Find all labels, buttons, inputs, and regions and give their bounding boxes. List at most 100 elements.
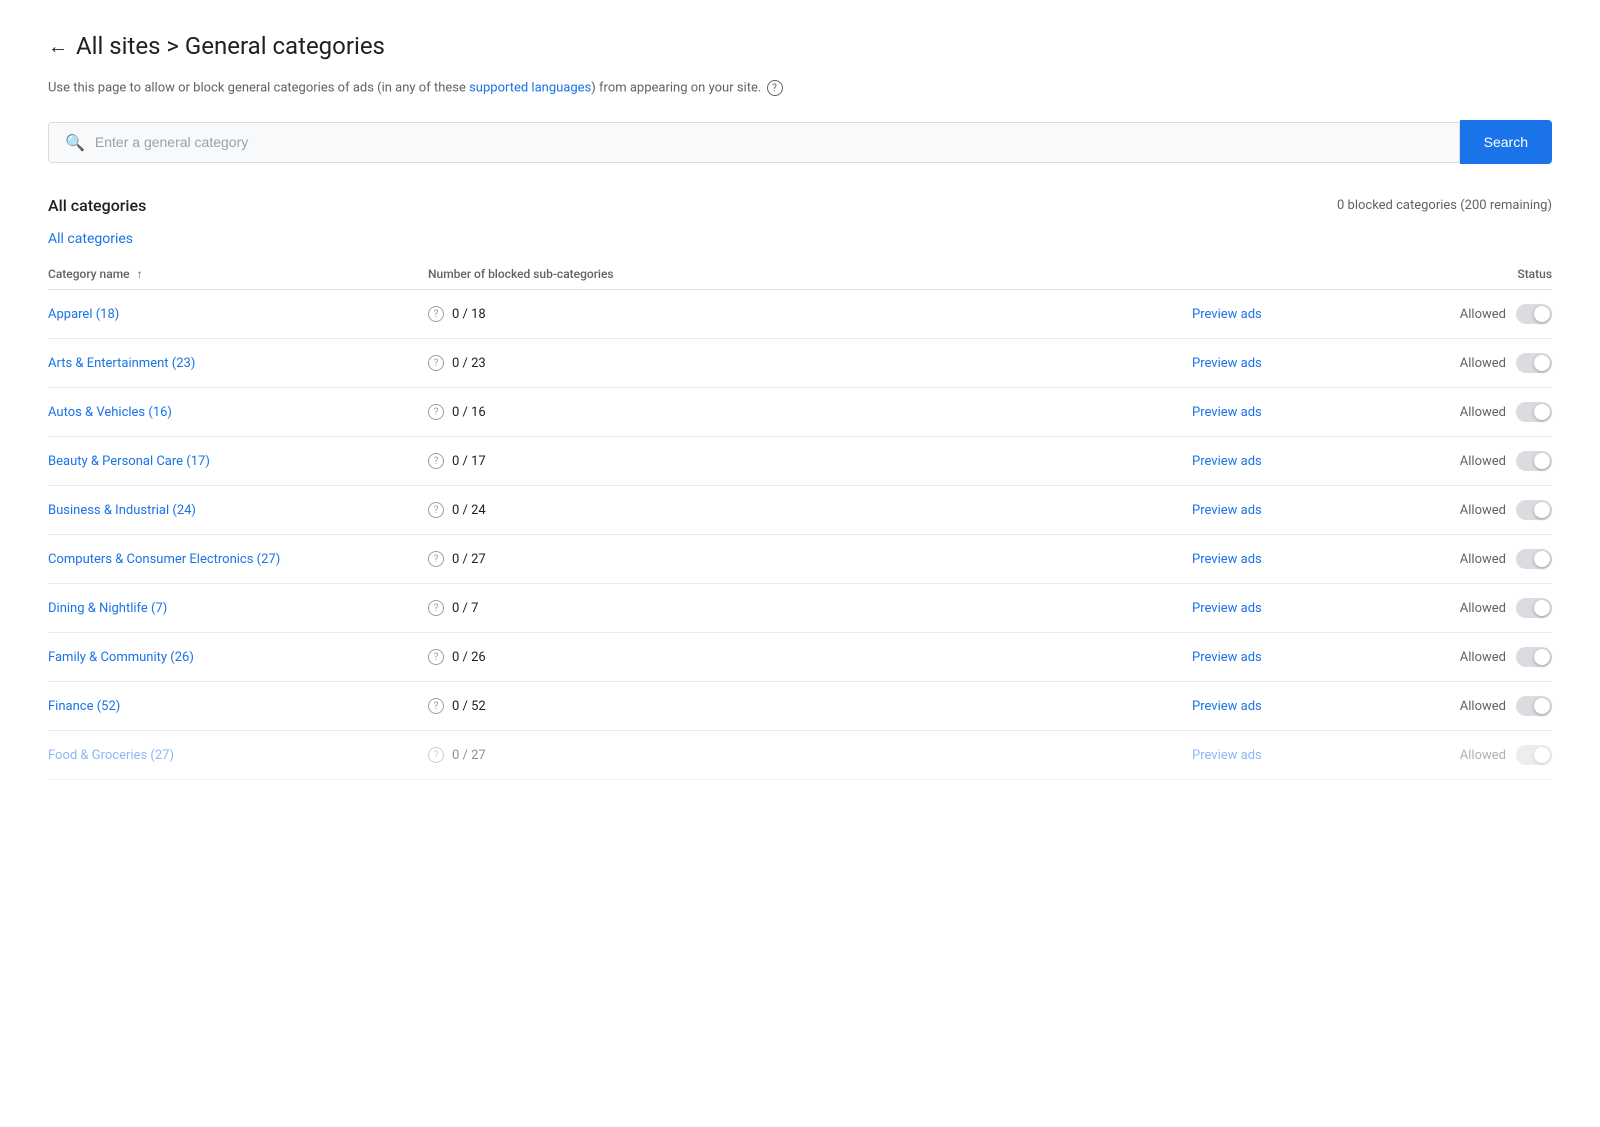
info-icon: ? (428, 747, 444, 763)
toggle-switch[interactable] (1516, 451, 1552, 471)
category-link[interactable]: Arts & Entertainment (23) (48, 356, 195, 371)
preview-ads-link[interactable]: Preview ads (1192, 650, 1262, 665)
preview-ads-link[interactable]: Preview ads (1192, 503, 1262, 518)
status-label: Allowed (1460, 405, 1506, 420)
preview-cell: Preview ads (1192, 404, 1392, 420)
status-cell: Allowed (1392, 745, 1552, 765)
search-button[interactable]: Search (1460, 120, 1552, 164)
info-icon: ? (428, 355, 444, 371)
status-label: Allowed (1460, 356, 1506, 371)
category-cell: Computers & Consumer Electronics (27) (48, 551, 428, 567)
status-cell: Allowed (1392, 696, 1552, 716)
blocked-cell: ? 0 / 52 (428, 698, 1192, 714)
preview-cell: Preview ads (1192, 551, 1392, 567)
blocked-cell: ? 0 / 17 (428, 453, 1192, 469)
status-cell: Allowed (1392, 598, 1552, 618)
category-link[interactable]: Autos & Vehicles (16) (48, 405, 172, 420)
status-cell: Allowed (1392, 500, 1552, 520)
info-icon: ? (428, 698, 444, 714)
toggle-switch[interactable] (1516, 402, 1552, 422)
category-link[interactable]: Apparel (18) (48, 307, 119, 322)
table-row: Autos & Vehicles (16) ? 0 / 16 Preview a… (48, 388, 1552, 437)
all-categories-filter-link[interactable]: All categories (48, 231, 133, 247)
section-title: All categories (48, 196, 146, 215)
category-cell: Food & Groceries (27) (48, 747, 428, 763)
toggle-switch[interactable] (1516, 549, 1552, 569)
status-label: Allowed (1460, 601, 1506, 616)
preview-ads-link[interactable]: Preview ads (1192, 356, 1262, 371)
preview-ads-link[interactable]: Preview ads (1192, 699, 1262, 714)
search-input-wrapper: 🔍 (48, 122, 1460, 163)
table-header: Category name ↑ Number of blocked sub-ca… (48, 259, 1552, 290)
table-row: Family & Community (26) ? 0 / 26 Preview… (48, 633, 1552, 682)
preview-ads-link[interactable]: Preview ads (1192, 748, 1262, 763)
category-link[interactable]: Food & Groceries (27) (48, 748, 174, 763)
blocked-cell: ? 0 / 24 (428, 502, 1192, 518)
table-row: Business & Industrial (24) ? 0 / 24 Prev… (48, 486, 1552, 535)
preview-ads-link[interactable]: Preview ads (1192, 405, 1262, 420)
status-cell: Allowed (1392, 647, 1552, 667)
blocked-cell: ? 0 / 23 (428, 355, 1192, 371)
status-label: Allowed (1460, 650, 1506, 665)
status-cell: Allowed (1392, 304, 1552, 324)
category-link[interactable]: Beauty & Personal Care (17) (48, 454, 210, 469)
toggle-switch[interactable] (1516, 598, 1552, 618)
category-cell: Autos & Vehicles (16) (48, 404, 428, 420)
preview-cell: Preview ads (1192, 649, 1392, 665)
sort-icon: ↑ (137, 267, 143, 281)
toggle-switch[interactable] (1516, 353, 1552, 373)
blocked-number: 0 / 26 (452, 650, 486, 665)
blocked-cell: ? 0 / 27 (428, 747, 1192, 763)
column-header-blocked: Number of blocked sub-categories (428, 267, 1192, 281)
preview-cell: Preview ads (1192, 698, 1392, 714)
preview-ads-link[interactable]: Preview ads (1192, 307, 1262, 322)
table-row: Computers & Consumer Electronics (27) ? … (48, 535, 1552, 584)
blocked-cell: ? 0 / 16 (428, 404, 1192, 420)
toggle-switch[interactable] (1516, 696, 1552, 716)
blocked-cell: ? 0 / 7 (428, 600, 1192, 616)
blocked-number: 0 / 27 (452, 552, 486, 567)
supported-languages-link[interactable]: supported languages (469, 80, 591, 95)
page-title: All sites > General categories (76, 32, 385, 60)
preview-ads-link[interactable]: Preview ads (1192, 552, 1262, 567)
category-table: Apparel (18) ? 0 / 18 Preview ads Allowe… (48, 290, 1552, 780)
info-icon: ? (428, 502, 444, 518)
status-cell: Allowed (1392, 353, 1552, 373)
blocked-count: 0 blocked categories (200 remaining) (1337, 198, 1552, 213)
info-icon: ? (428, 453, 444, 469)
status-cell: Allowed (1392, 402, 1552, 422)
blocked-number: 0 / 17 (452, 454, 486, 469)
preview-ads-link[interactable]: Preview ads (1192, 454, 1262, 469)
toggle-switch[interactable] (1516, 647, 1552, 667)
table-row: Dining & Nightlife (7) ? 0 / 7 Preview a… (48, 584, 1552, 633)
blocked-number: 0 / 24 (452, 503, 486, 518)
category-link[interactable]: Business & Industrial (24) (48, 503, 196, 518)
category-link[interactable]: Dining & Nightlife (7) (48, 601, 167, 616)
category-cell: Beauty & Personal Care (17) (48, 453, 428, 469)
category-link[interactable]: Family & Community (26) (48, 650, 194, 665)
category-cell: Dining & Nightlife (7) (48, 600, 428, 616)
preview-ads-link[interactable]: Preview ads (1192, 601, 1262, 616)
toggle-switch[interactable] (1516, 304, 1552, 324)
status-cell: Allowed (1392, 451, 1552, 471)
subtitle: Use this page to allow or block general … (48, 80, 1552, 96)
category-link[interactable]: Finance (52) (48, 699, 120, 714)
table-row: Food & Groceries (27) ? 0 / 27 Preview a… (48, 731, 1552, 780)
back-button[interactable]: ← (48, 34, 68, 59)
column-header-category[interactable]: Category name ↑ (48, 267, 428, 281)
info-icon: ? (428, 404, 444, 420)
search-bar: 🔍 Search (48, 120, 1552, 164)
blocked-cell: ? 0 / 27 (428, 551, 1192, 567)
search-input[interactable] (95, 134, 1443, 150)
toggle-switch[interactable] (1516, 745, 1552, 765)
toggle-switch[interactable] (1516, 500, 1552, 520)
back-navigation: ← All sites > General categories (48, 32, 1552, 60)
preview-cell: Preview ads (1192, 502, 1392, 518)
status-label: Allowed (1460, 748, 1506, 763)
category-cell: Family & Community (26) (48, 649, 428, 665)
blocked-cell: ? 0 / 18 (428, 306, 1192, 322)
preview-cell: Preview ads (1192, 306, 1392, 322)
category-link[interactable]: Computers & Consumer Electronics (27) (48, 552, 280, 567)
blocked-number: 0 / 7 (452, 601, 478, 616)
blocked-number: 0 / 27 (452, 748, 486, 763)
